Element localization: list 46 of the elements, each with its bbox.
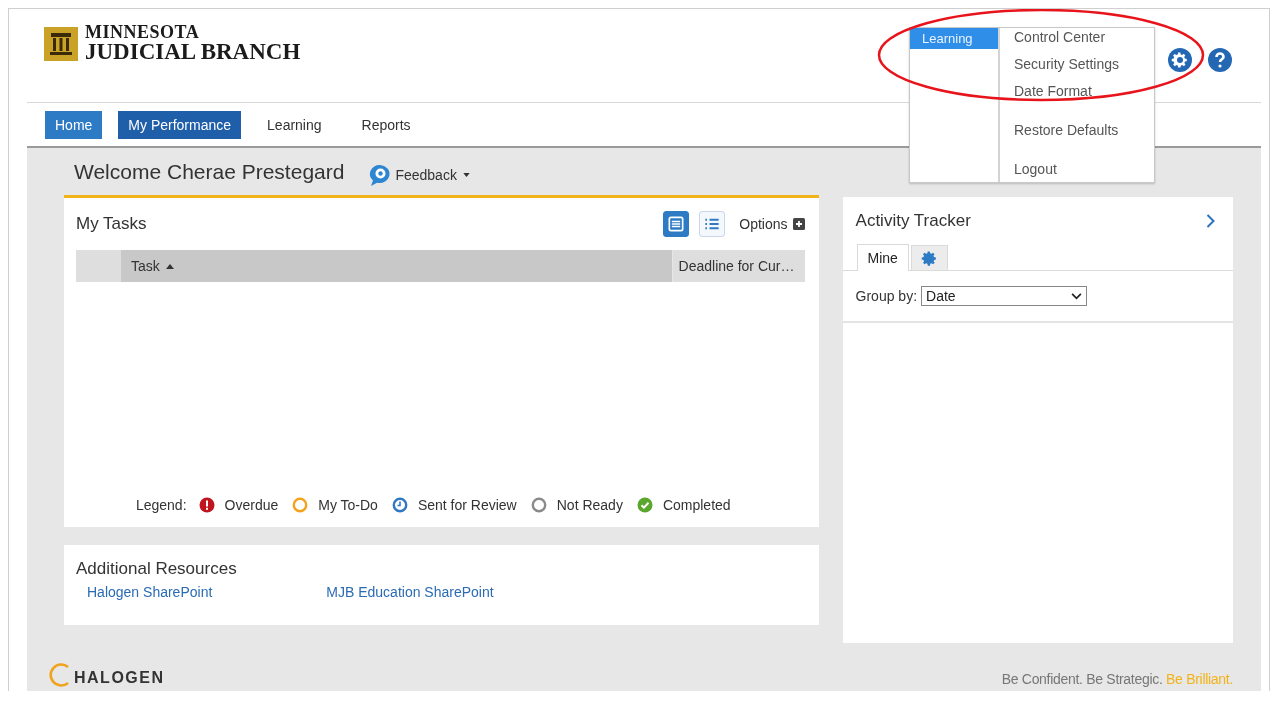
logo-text-line: MINNESOTA bbox=[85, 23, 201, 42]
legend-text: Overdue bbox=[224, 497, 279, 514]
legend-label: Legend: bbox=[135, 497, 187, 514]
group-by-label: Group by: bbox=[855, 288, 918, 305]
settings-icon[interactable] bbox=[1167, 47, 1193, 73]
legend-text: Completed bbox=[662, 497, 731, 514]
menu-item[interactable]: Logout bbox=[1012, 155, 1142, 182]
resource-link[interactable]: Halogen SharePoint bbox=[87, 584, 213, 601]
caret-icon bbox=[462, 173, 470, 177]
brand-name: HALOGEN bbox=[74, 669, 165, 687]
column-header[interactable]: Task bbox=[121, 250, 673, 283]
welcome-heading: Welcome Cherae Prestegard bbox=[74, 160, 345, 184]
card-title: Additional Resources bbox=[76, 559, 238, 580]
card-title: Activity Tracker bbox=[855, 211, 971, 232]
nav-tab[interactable]: My Performance bbox=[118, 110, 242, 139]
column-header bbox=[76, 250, 121, 283]
caret-icon bbox=[1071, 293, 1083, 300]
settings-icon bbox=[920, 250, 938, 267]
nav-tab[interactable]: Learning bbox=[257, 110, 332, 139]
plus-icon bbox=[792, 218, 805, 231]
legend-text: Sent for Review bbox=[417, 497, 517, 514]
legend-text: Not Ready bbox=[556, 497, 623, 514]
logo-text-line: JUDICIAL BRANCH bbox=[85, 42, 301, 61]
menu-item[interactable]: Control Center bbox=[1012, 28, 1108, 46]
pillar-logo-icon bbox=[44, 27, 78, 61]
list-view-icon[interactable] bbox=[699, 211, 726, 238]
card-view-icon[interactable] bbox=[663, 211, 690, 238]
feedback-button[interactable]: Feedback bbox=[368, 163, 470, 187]
help-icon[interactable] bbox=[1207, 47, 1233, 73]
nav-tab[interactable]: Home bbox=[45, 110, 103, 139]
menu-item[interactable]: Restore Defaults bbox=[1012, 116, 1142, 143]
arc-logo-icon bbox=[47, 663, 71, 687]
sort-arrow-icon bbox=[165, 264, 174, 269]
menu-item[interactable]: Security Settings bbox=[1012, 50, 1142, 77]
tracker-tab[interactable]: Mine bbox=[856, 244, 909, 272]
resource-link[interactable]: MJB Education SharePoint bbox=[326, 584, 494, 601]
menu-item[interactable]: Date Format bbox=[1012, 77, 1142, 104]
group-by-dropdown[interactable]: Date bbox=[921, 286, 1088, 307]
legend-text: My To-Do bbox=[318, 497, 378, 514]
chevron-right-icon[interactable] bbox=[1206, 214, 1215, 229]
tagline: Be Confident. Be Strategic. Be Brilliant. bbox=[1001, 671, 1233, 687]
nav-tab[interactable]: Reports bbox=[351, 110, 421, 139]
card-title: My Tasks bbox=[76, 214, 147, 235]
settings-tab[interactable] bbox=[910, 245, 948, 271]
column-header[interactable]: Deadline for Cur… bbox=[672, 250, 805, 283]
options-button[interactable]: Options bbox=[735, 216, 805, 233]
